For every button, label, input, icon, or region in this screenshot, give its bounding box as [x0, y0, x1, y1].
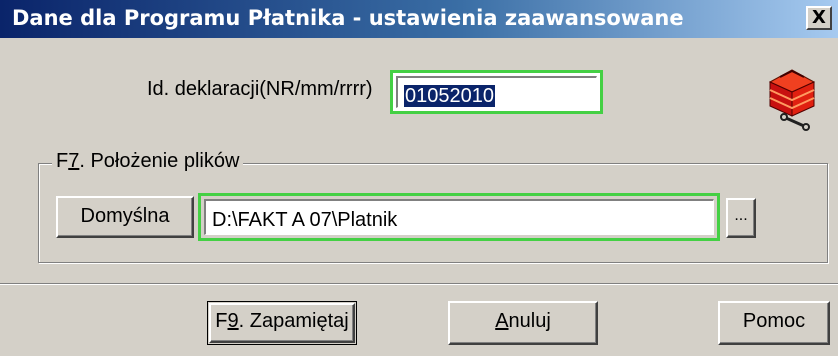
- browse-button-label: ...: [734, 207, 748, 224]
- default-path-button[interactable]: Domyślna: [56, 196, 194, 238]
- close-icon: X: [812, 7, 826, 28]
- declaration-id-focus-frame: 01052010: [390, 70, 603, 114]
- save-button[interactable]: F9. Zapamiętaj: [209, 303, 355, 343]
- close-button[interactable]: X: [806, 6, 832, 30]
- path-value: D:\FAKT A 07\Platnik: [212, 209, 398, 231]
- window-title: Dane dla Programu Płatnika - ustawienia …: [12, 6, 684, 30]
- browse-button[interactable]: ...: [726, 198, 756, 238]
- help-button[interactable]: Pomoc: [718, 301, 830, 345]
- path-focus-frame: D:\FAKT A 07\Platnik: [198, 193, 720, 241]
- cancel-button-label: Anuluj: [495, 310, 551, 332]
- path-input[interactable]: D:\FAKT A 07\Platnik: [204, 199, 714, 235]
- help-button-label: Pomoc: [742, 310, 806, 332]
- declaration-id-label: Id. deklaracji(NR/mm/rrrr): [147, 78, 373, 100]
- declaration-id-input[interactable]: 01052010: [396, 76, 597, 108]
- file-location-group-label: F7. Położenie plików: [52, 150, 244, 173]
- separator: [0, 283, 838, 285]
- title-bar[interactable]: Dane dla Programu Płatnika - ustawienia …: [0, 0, 838, 38]
- save-button-label: F9. Zapamiętaj: [215, 310, 349, 332]
- default-path-button-label: Domyślna: [80, 205, 170, 227]
- declaration-id-value: 01052010: [404, 85, 495, 107]
- toolbox-icon: [768, 69, 816, 131]
- cancel-button[interactable]: Anuluj: [448, 301, 598, 345]
